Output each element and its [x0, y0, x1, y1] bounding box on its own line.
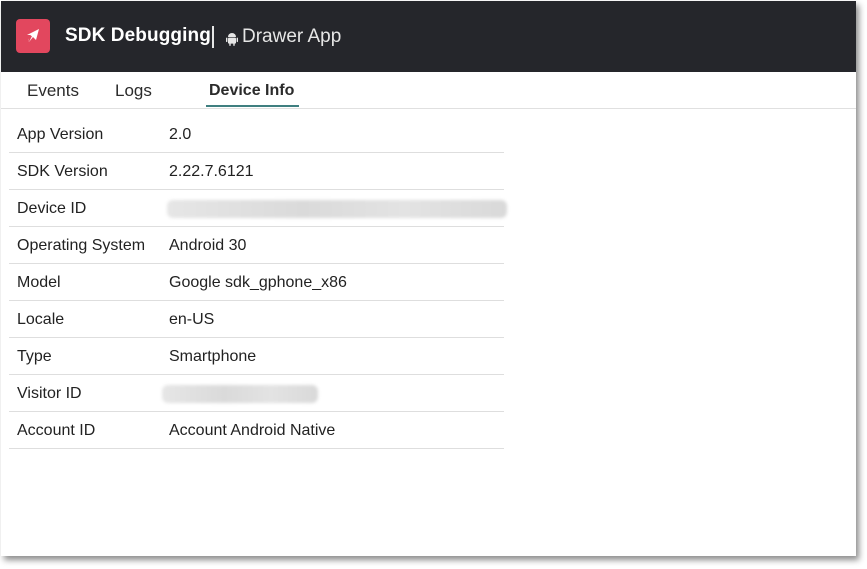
tab-bar: Events Logs Device Info	[1, 72, 856, 109]
table-row: Model Google sdk_gphone_x86	[9, 264, 504, 301]
table-row: Account ID Account Android Native	[9, 412, 504, 449]
row-label: App Version	[17, 126, 104, 143]
header-divider	[212, 26, 214, 48]
table-row: Locale en-US	[9, 301, 504, 338]
row-label: Locale	[17, 311, 65, 328]
table-row: Operating System Android 30	[9, 227, 504, 264]
row-value: en-US	[169, 311, 215, 328]
rocket-flag-icon	[16, 19, 50, 53]
table-row: Type Smartphone	[9, 338, 504, 375]
row-label: Device ID	[17, 200, 87, 217]
page-title: SDK Debugging	[65, 25, 211, 46]
row-label: SDK Version	[17, 163, 108, 180]
android-icon	[226, 32, 238, 51]
row-value: 2.0	[169, 126, 192, 143]
row-value: Smartphone	[169, 348, 257, 365]
table-row: Device ID	[9, 190, 507, 227]
row-label: Type	[17, 348, 52, 365]
row-label: Visitor ID	[17, 385, 82, 402]
row-value: Google sdk_gphone_x86	[169, 274, 347, 291]
row-label: Model	[17, 274, 61, 291]
app-header: SDK Debugging Drawer App	[1, 1, 856, 72]
redacted-device-id	[167, 200, 507, 218]
active-tab-indicator	[206, 105, 299, 107]
table-row: App Version 2.0	[9, 116, 504, 153]
table-row: Visitor ID	[9, 375, 504, 412]
row-value: 2.22.7.6121	[169, 163, 254, 180]
row-value: Account Android Native	[169, 422, 336, 439]
row-value: Android 30	[169, 237, 247, 254]
table-row: SDK Version 2.22.7.6121	[9, 153, 504, 190]
app-name: Drawer App	[242, 26, 342, 47]
tab-device-info[interactable]: Device Info	[209, 82, 294, 100]
row-label: Operating System	[17, 237, 146, 254]
redacted-visitor-id	[162, 385, 318, 403]
debug-window: SDK Debugging Drawer App Events Logs Dev…	[1, 1, 856, 556]
device-info-table: App Version 2.0 SDK Version 2.22.7.6121 …	[9, 116, 507, 449]
tab-events[interactable]: Events	[27, 81, 79, 101]
row-label: Account ID	[17, 422, 96, 439]
tab-logs[interactable]: Logs	[115, 81, 152, 101]
